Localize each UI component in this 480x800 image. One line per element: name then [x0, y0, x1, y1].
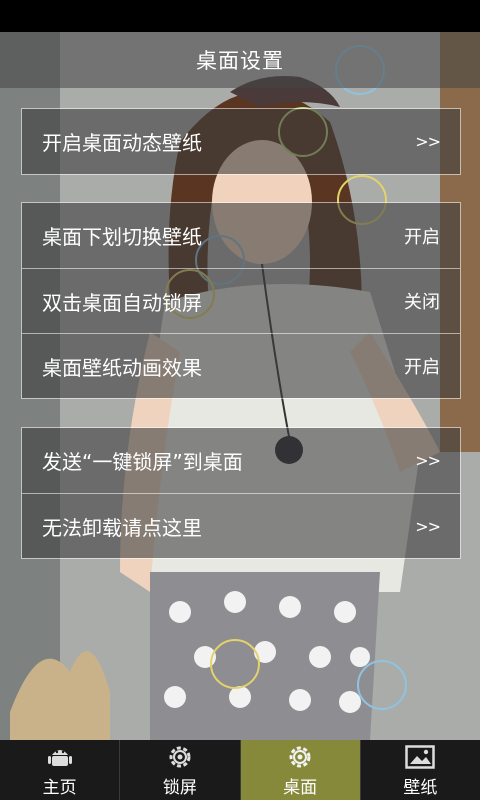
- row-double-tap-lock[interactable]: 双击桌面自动锁屏 关闭: [22, 268, 460, 333]
- nav-desktop[interactable]: 桌面: [239, 740, 360, 800]
- nav-label: 桌面: [283, 777, 318, 798]
- row-label: 发送“一键锁屏”到桌面: [42, 450, 243, 474]
- settings-group-2: 桌面下划切换壁纸 开启 双击桌面自动锁屏 关闭 桌面壁纸动画效果 开启: [21, 202, 461, 399]
- row-label: 桌面壁纸动画效果: [42, 355, 202, 380]
- chevron-right-icon: >>: [415, 451, 441, 470]
- row-value: 开启: [404, 226, 440, 248]
- row-swipe-switch-wallpaper[interactable]: 桌面下划切换壁纸 开启: [22, 203, 460, 268]
- gear-icon: [285, 743, 315, 771]
- settings-group-3: 发送“一键锁屏”到桌面 >> 无法卸载请点这里 >>: [21, 427, 461, 559]
- row-uninstall-help[interactable]: 无法卸载请点这里 >>: [22, 493, 460, 558]
- nav-lockscreen[interactable]: 锁屏: [119, 740, 239, 800]
- chevron-right-icon: >>: [415, 516, 441, 536]
- row-send-lock-shortcut[interactable]: 发送“一键锁屏”到桌面 >>: [22, 428, 460, 493]
- row-enable-live-wallpaper[interactable]: 开启桌面动态壁纸 >>: [22, 109, 460, 174]
- nav-label: 壁纸: [403, 777, 438, 798]
- bottom-navigation: 主页 锁屏 桌面 壁纸: [0, 740, 480, 800]
- row-wallpaper-animation[interactable]: 桌面壁纸动画效果 开启: [22, 333, 460, 398]
- page-header: 桌面设置: [0, 32, 480, 88]
- chevron-right-icon: >>: [415, 132, 441, 151]
- row-value: 开启: [404, 357, 440, 378]
- row-label: 开启桌面动态壁纸: [42, 131, 202, 155]
- row-label: 桌面下划切换壁纸: [42, 225, 202, 249]
- nav-label: 锁屏: [162, 777, 197, 798]
- nav-wallpaper[interactable]: 壁纸: [359, 740, 480, 800]
- android-icon: [45, 743, 75, 771]
- page-title: 桌面设置: [196, 49, 284, 73]
- image-icon: [405, 743, 436, 771]
- row-value: 关闭: [404, 292, 440, 313]
- row-label: 双击桌面自动锁屏: [42, 290, 202, 315]
- nav-label: 主页: [42, 777, 77, 798]
- gear-icon: [165, 743, 195, 771]
- row-label: 无法卸载请点这里: [42, 515, 202, 540]
- nav-home[interactable]: 主页: [0, 740, 119, 800]
- status-bar: [0, 0, 480, 32]
- settings-group-1: 开启桌面动态壁纸 >>: [21, 108, 461, 175]
